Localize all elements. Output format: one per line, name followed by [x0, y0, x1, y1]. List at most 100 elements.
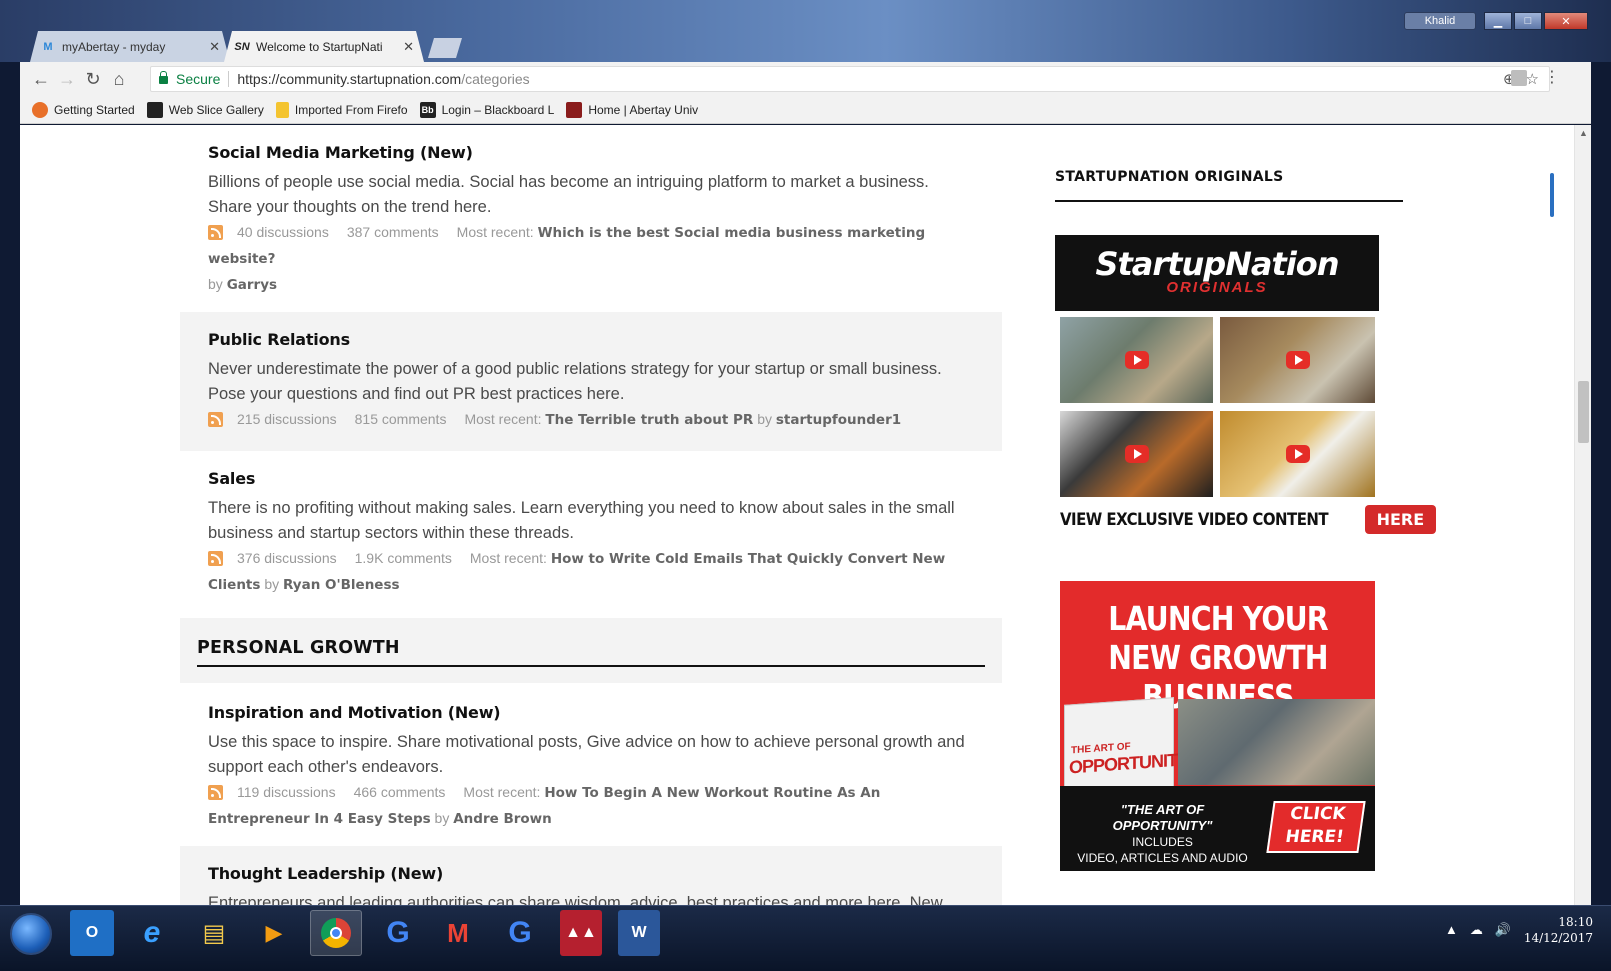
maximize-button[interactable]: □	[1514, 12, 1542, 30]
ad-click-here-button[interactable]: CLICK HERE!	[1266, 801, 1366, 853]
section-title: PERSONAL GROWTH	[197, 638, 985, 667]
comment-count: 387 comments	[346, 224, 439, 240]
video-here-button[interactable]: HERE	[1364, 505, 1437, 534]
author-link[interactable]: Garrys	[227, 277, 277, 293]
bookmark-abertay-home[interactable]: Home | Abertay Univ	[566, 101, 699, 118]
video-cta-label: VIEW EXCLUSIVE VIDEO CONTENT	[1060, 509, 1329, 530]
bookmarks-bar: Getting Started Web Slice Gallery Import…	[20, 96, 1591, 124]
chrome-menu-icon[interactable]: ⋮	[1542, 68, 1562, 88]
most-recent-label: Most recent:	[456, 224, 534, 240]
forward-arrow-icon[interactable]: →	[54, 66, 80, 92]
folder-icon	[275, 101, 289, 118]
category-title[interactable]: Public Relations	[208, 330, 974, 349]
onedrive-icon[interactable]: ☁	[1470, 922, 1483, 938]
scrollbar-thumb[interactable]	[1578, 381, 1589, 443]
google-icon[interactable]: G	[372, 910, 424, 956]
bookmark-blackboard[interactable]: Bb Login – Blackboard L	[419, 101, 554, 118]
outlook-icon[interactable]: O	[70, 910, 114, 956]
category-description: Never underestimate the power of a good …	[208, 360, 942, 403]
category-item: Inspiration and Motivation (New) Use thi…	[180, 683, 1002, 846]
ad-quote-title: "THE ART OF OPPORTUNITY"	[1112, 802, 1213, 833]
chrome-icon	[321, 918, 351, 948]
chrome-taskbar-icon[interactable]	[310, 910, 362, 956]
close-icon[interactable]: ✕	[403, 39, 414, 55]
volume-icon[interactable]: 🔊	[1495, 922, 1511, 938]
close-window-button[interactable]: ✕	[1544, 12, 1588, 30]
category-title[interactable]: Inspiration and Motivation (New)	[208, 703, 974, 722]
section-header: PERSONAL GROWTH	[180, 618, 1002, 683]
video-thumbnail[interactable]	[1220, 411, 1375, 497]
ad-here-label: HERE!	[1284, 827, 1346, 847]
taskbar-clock[interactable]: 18:10 14/12/2017	[1524, 914, 1593, 946]
play-icon	[1124, 445, 1149, 463]
new-tab-button[interactable]	[428, 38, 462, 58]
minimize-button[interactable]: ▁	[1484, 12, 1512, 30]
word-icon[interactable]: W	[618, 910, 660, 956]
file-explorer-icon[interactable]: ▤	[188, 910, 240, 956]
page-viewport[interactable]: Social Media Marketing (New) Billions of…	[20, 125, 1591, 922]
discussion-count: 119 discussions	[237, 784, 336, 800]
bookmark-imported-firefox[interactable]: Imported From Firefo	[275, 101, 408, 118]
sidebar-title: STARTUPNATION ORIGINALS	[1055, 169, 1403, 202]
tab-label: Welcome to StartupNati	[256, 39, 383, 54]
by-label: by	[757, 411, 772, 427]
tab-startupnation[interactable]: SN Welcome to StartupNati ✕	[224, 31, 424, 62]
ad-photo	[1178, 699, 1375, 785]
category-title[interactable]: Sales	[208, 469, 974, 488]
category-title[interactable]: Thought Leadership (New)	[208, 864, 974, 883]
discussion-count: 215 discussions	[237, 411, 337, 427]
secure-indicator[interactable]: Secure	[151, 71, 220, 87]
bookmark-star-icon[interactable]: ☆	[1526, 70, 1539, 88]
bookmark-getting-started[interactable]: Getting Started	[32, 101, 135, 118]
rss-icon[interactable]	[208, 785, 223, 800]
profile-button[interactable]: Khalid	[1404, 12, 1476, 30]
tab-label: myAbertay - myday	[62, 39, 166, 54]
profile-name: Khalid	[1424, 15, 1456, 27]
most-recent-link[interactable]: The Terrible truth about PR	[545, 412, 753, 428]
close-icon[interactable]: ✕	[209, 39, 220, 55]
extension-icon[interactable]	[1511, 70, 1527, 86]
play-icon	[1124, 351, 1149, 369]
rss-icon[interactable]	[208, 225, 223, 240]
video-thumbnail[interactable]	[1060, 317, 1213, 403]
windows-taskbar: O e ▤ ▶ G M G ▲▲ W ▲ ☁ 🔊 18:10 14/12/201…	[0, 905, 1611, 971]
bookmark-label: Web Slice Gallery	[168, 102, 264, 117]
tab-myabertay[interactable]: M myAbertay - myday ✕	[30, 31, 230, 62]
start-button[interactable]	[10, 913, 52, 955]
mendeley-icon[interactable]: ▲▲	[560, 910, 602, 956]
scroll-up-arrow-icon[interactable]: ▲	[1575, 125, 1591, 142]
author-link[interactable]: Ryan O'Bleness	[283, 577, 400, 593]
rss-icon[interactable]	[208, 412, 223, 427]
bookmark-label: Home | Abertay Univ	[588, 102, 699, 117]
author-link[interactable]: startupfounder1	[776, 412, 901, 428]
rss-icon[interactable]	[208, 551, 223, 566]
gmail-icon[interactable]: M	[432, 910, 484, 956]
address-bar[interactable]: Secure https://community.startupnation.c…	[150, 66, 1550, 92]
play-icon	[1285, 445, 1310, 463]
page-scrollbar[interactable]: ▲ ▼	[1574, 125, 1591, 922]
myabertay-favicon-icon: M	[43, 40, 53, 53]
by-label: by	[208, 276, 223, 292]
video-thumbnail[interactable]	[1220, 317, 1375, 403]
comment-count: 466 comments	[353, 784, 446, 800]
media-player-icon[interactable]: ▶	[248, 910, 300, 956]
bookmark-web-slice-gallery[interactable]: Web Slice Gallery	[146, 101, 264, 118]
author-link[interactable]: Andre Brown	[453, 811, 552, 827]
startupnation-originals-logo[interactable]: StartupNation ORIGINALS	[1055, 235, 1379, 311]
category-title[interactable]: Social Media Marketing (New)	[208, 143, 974, 162]
ad-detail: VIDEO, ARTICLES AND AUDIO	[1077, 851, 1248, 865]
most-recent-label: Most recent:	[463, 784, 541, 800]
video-thumbnail[interactable]	[1060, 411, 1213, 497]
category-meta: 376 discussions 1.9K comments Most recent:…	[208, 546, 974, 598]
video-cta: VIEW EXCLUSIVE VIDEO CONTENT HERE	[1060, 505, 1437, 534]
category-meta: 215 discussions 815 comments Most recent: …	[208, 407, 974, 433]
home-icon[interactable]: ⌂	[106, 66, 132, 92]
tray-expand-icon[interactable]: ▲	[1445, 922, 1458, 938]
google-search-icon[interactable]: G	[494, 910, 546, 956]
back-arrow-icon[interactable]: ←	[28, 66, 54, 92]
ad-click-label: CLICK	[1288, 804, 1347, 824]
internet-explorer-icon[interactable]: e	[126, 910, 178, 956]
web-slice-icon	[146, 101, 163, 118]
growth-business-ad[interactable]: LAUNCH YOUR NEW GROWTH BUSINESS THE ART …	[1060, 581, 1375, 871]
reload-icon[interactable]: ↻	[80, 66, 106, 92]
